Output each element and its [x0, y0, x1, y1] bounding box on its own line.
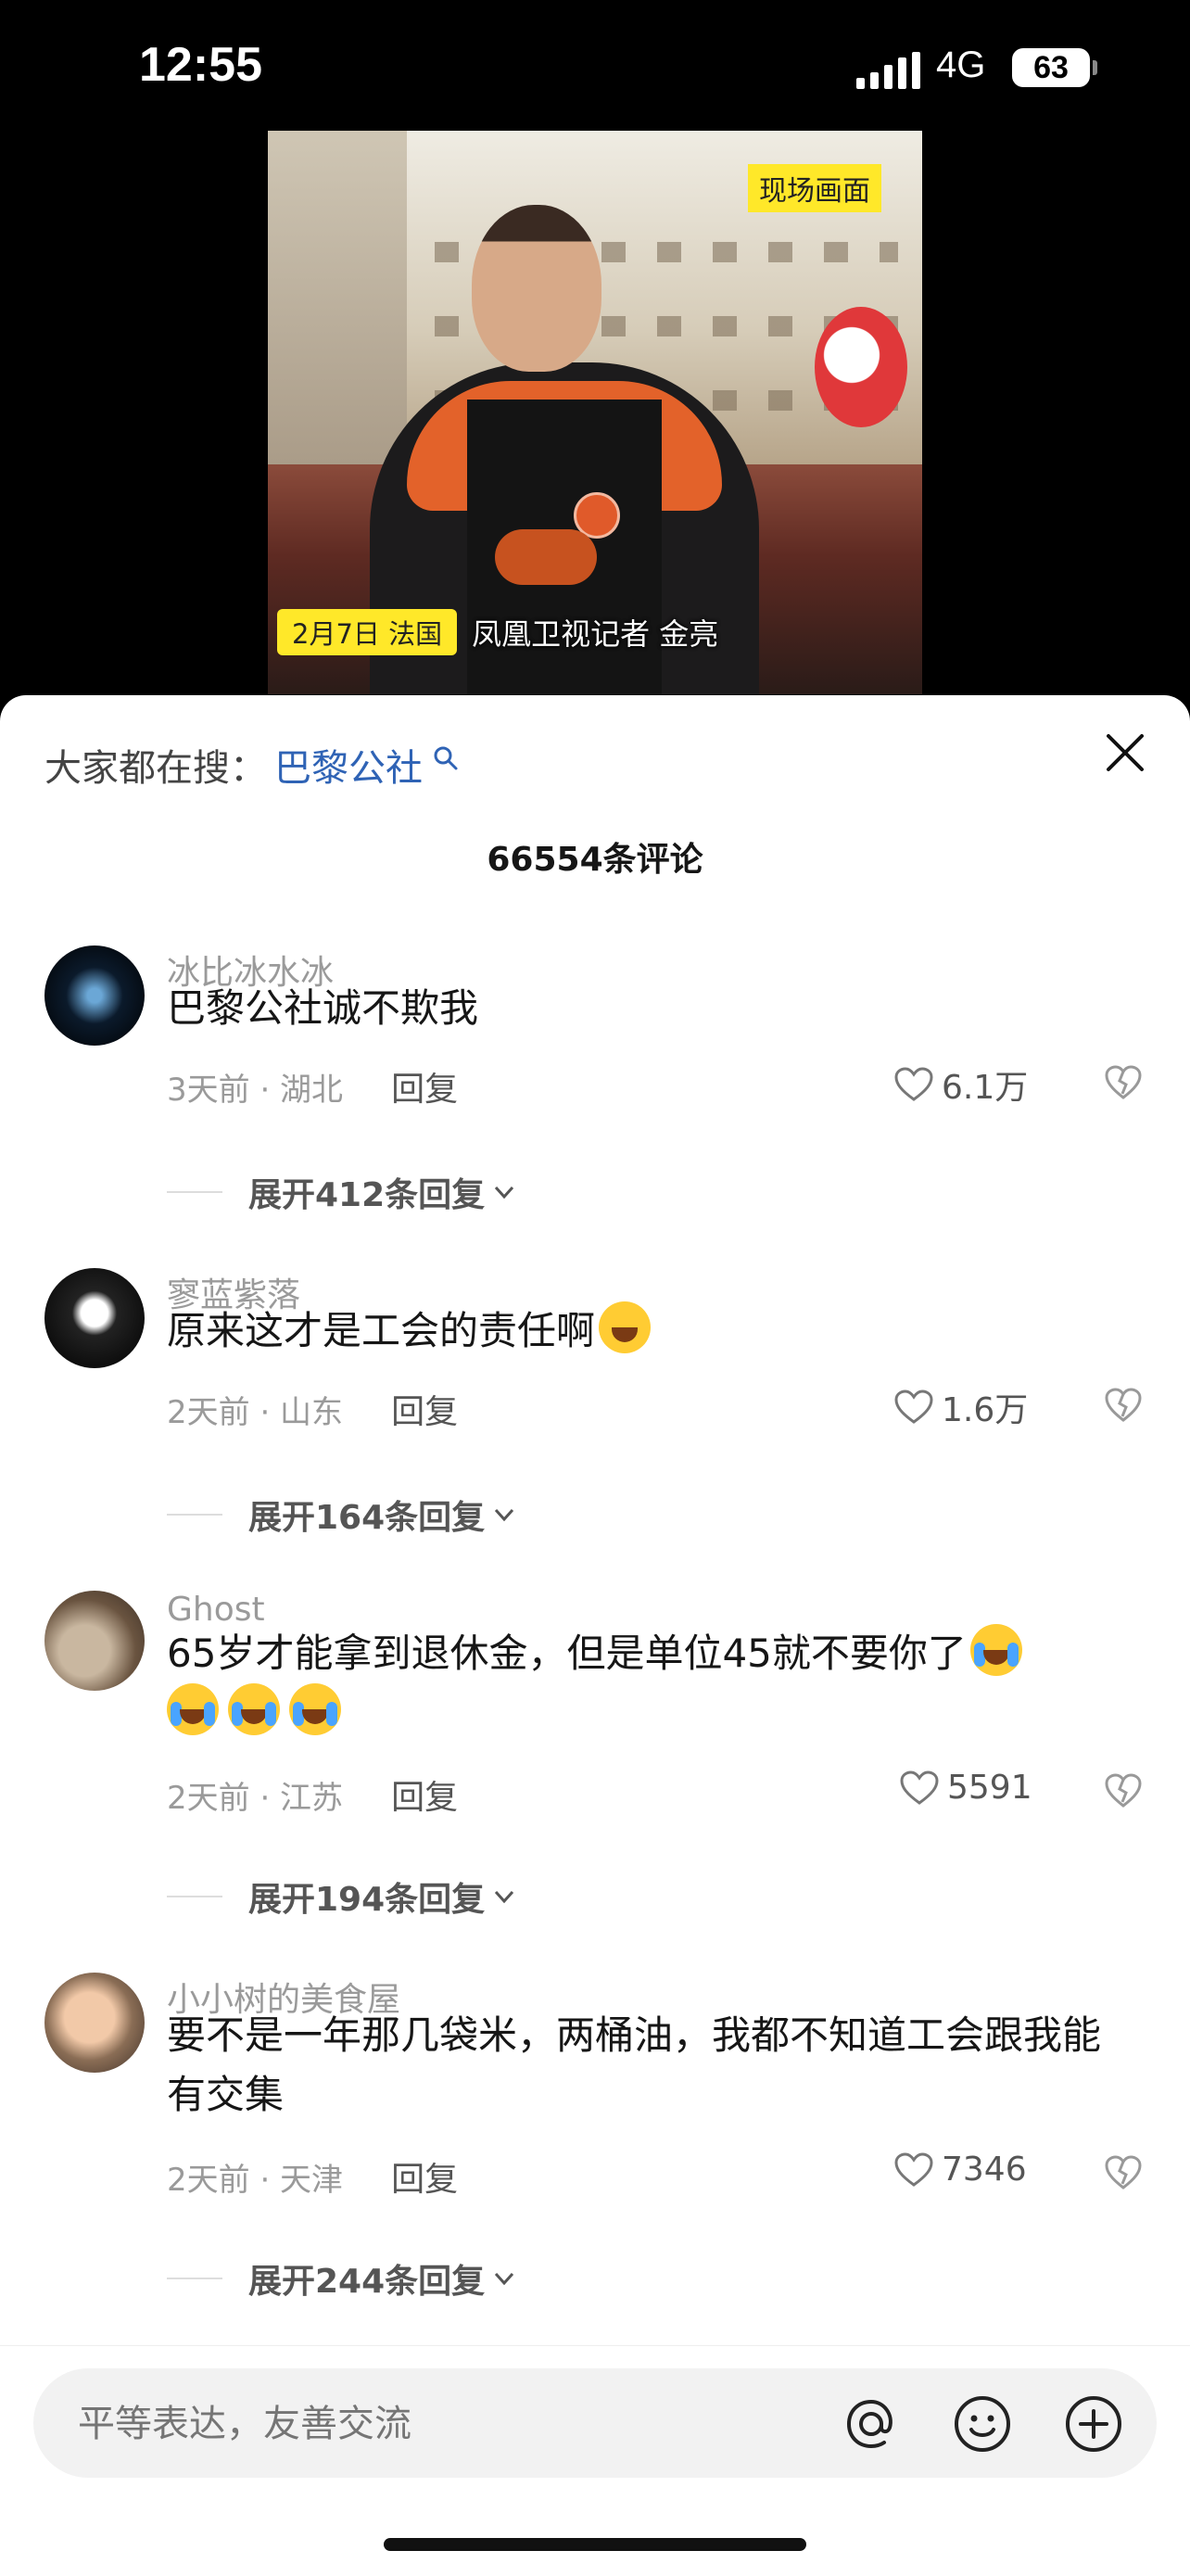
like-count: 7346	[942, 2151, 1027, 2189]
close-icon[interactable]	[1101, 729, 1149, 777]
like-button[interactable]: 6.1万	[893, 1060, 1028, 1109]
comment-text-content: 65岁才能拿到退休金，但是单位45就不要你了	[167, 1631, 967, 1676]
comment-text: 原来这才是工会的责任啊	[167, 1301, 1131, 1361]
reply-button[interactable]: 回复	[391, 1770, 458, 1819]
comment-text: 要不是一年那几袋米，两桶油，我都不知道工会跟我能有交集	[167, 2012, 1102, 2117]
expand-label: 展开194条回复	[248, 1881, 486, 1919]
avatar[interactable]	[44, 945, 145, 1046]
like-button[interactable]: 1.6万	[893, 1383, 1028, 1431]
status-time: 12:55	[139, 38, 262, 92]
heart-icon	[894, 1390, 933, 1424]
expand-replies-button[interactable]: 展开194条回复	[167, 1872, 518, 1921]
expand-label: 展开164条回复	[248, 1499, 486, 1537]
trending-label: 大家都在搜：	[44, 747, 267, 790]
emoji-icon[interactable]	[951, 2392, 1014, 2455]
comment-sheet: 大家都在搜： 巴黎公社 66554条评论 冰比冰水冰 巴黎公社诚不欺我 3天前 …	[0, 695, 1190, 2575]
laugh-cry-emoji-icon	[167, 1683, 219, 1735]
dislike-icon[interactable]	[1103, 1385, 1144, 1426]
like-button[interactable]: 5591	[899, 1769, 1032, 1807]
reply-button[interactable]: 回复	[391, 1385, 458, 1433]
dislike-icon[interactable]	[1103, 1062, 1144, 1103]
comment-meta: 2天前 · 山东 回复	[167, 1385, 458, 1433]
network-type: 4G	[936, 44, 986, 85]
microphone-icon	[495, 529, 597, 585]
chevron-down-icon	[495, 1186, 514, 1199]
heart-icon	[900, 1770, 939, 1805]
laugh-cry-emoji-icon	[969, 1624, 1022, 1676]
dislike-icon[interactable]	[1103, 1770, 1144, 1811]
comment-meta: 2天前 · 天津 回复	[167, 2152, 458, 2201]
date-tag: 2月7日 法国	[277, 609, 458, 655]
comment-time-location: 2天前 · 天津	[167, 2161, 344, 2199]
divider	[167, 2278, 222, 2279]
expand-label: 展开244条回复	[248, 2263, 486, 2301]
comment-time-location: 2天前 · 江苏	[167, 1779, 344, 1817]
divider	[167, 1191, 222, 1193]
avatar[interactable]	[44, 1268, 145, 1368]
avatar[interactable]	[44, 1591, 145, 1691]
home-indicator[interactable]	[384, 2538, 806, 2551]
laugh-cry-emoji-icon	[228, 1683, 280, 1735]
comment-input[interactable]	[76, 2402, 728, 2446]
video-player[interactable]: 现场画面 2月7日 法国 凤凰卫视记者 金亮	[268, 131, 922, 694]
like-count: 6.1万	[942, 1069, 1029, 1107]
expand-replies-button[interactable]: 展开164条回复	[167, 1491, 518, 1539]
dislike-icon[interactable]	[1103, 2152, 1144, 2193]
expand-replies-button[interactable]: 展开412条回复	[167, 1168, 518, 1216]
comment-input-box[interactable]	[33, 2368, 1157, 2478]
like-button[interactable]: 7346	[893, 2151, 1027, 2189]
reply-button[interactable]: 回复	[391, 1062, 458, 1110]
comment-time-location: 3天前 · 湖北	[167, 1071, 344, 1109]
trending-search: 大家都在搜： 巴黎公社	[44, 738, 462, 792]
like-count: 5591	[947, 1769, 1032, 1807]
divider	[167, 1896, 222, 1897]
comment-text: 65岁才能拿到退休金，但是单位45就不要你了	[167, 1624, 1131, 1743]
status-bar: 12:55 4G 63	[0, 0, 1190, 130]
chevron-down-icon	[495, 1508, 514, 1522]
battery-icon: 63	[1012, 48, 1097, 87]
chevron-down-icon	[495, 2272, 514, 2286]
comment-text-content: 原来这才是工会的责任啊	[167, 1308, 596, 1353]
live-tag: 现场画面	[748, 164, 881, 212]
comment-meta: 3天前 · 湖北 回复	[167, 1062, 458, 1110]
comment-text: 巴黎公社诚不欺我	[167, 985, 479, 1031]
expand-replies-button[interactable]: 展开244条回复	[167, 2254, 518, 2303]
trending-term-link[interactable]: 巴黎公社	[274, 738, 423, 792]
reporter-head	[472, 205, 601, 372]
plus-icon[interactable]	[1062, 2392, 1125, 2455]
grin-emoji-icon	[599, 1301, 652, 1353]
like-count: 1.6万	[942, 1391, 1029, 1429]
comment-count: 66554条评论	[487, 841, 703, 879]
divider	[167, 1514, 222, 1516]
search-icon[interactable]	[430, 742, 462, 774]
heart-icon	[894, 2151, 933, 2187]
comment-time-location: 2天前 · 山东	[167, 1393, 344, 1431]
chevron-down-icon	[495, 1890, 514, 1904]
comment-meta: 2天前 · 江苏 回复	[167, 1770, 458, 1819]
reporter-name: 凤凰卫视记者 金亮	[472, 616, 719, 652]
scene-balloon	[815, 307, 907, 427]
avatar[interactable]	[44, 1973, 145, 2073]
comment-username[interactable]: Ghost	[167, 1591, 265, 1629]
expand-label: 展开412条回复	[248, 1176, 486, 1214]
video-caption: 2月7日 法国 凤凰卫视记者 金亮	[277, 609, 718, 655]
laugh-cry-emoji-icon	[289, 1683, 341, 1735]
signal-icon	[856, 52, 920, 89]
reply-button[interactable]: 回复	[391, 2152, 458, 2201]
at-icon[interactable]	[840, 2392, 903, 2455]
heart-icon	[894, 1067, 933, 1101]
